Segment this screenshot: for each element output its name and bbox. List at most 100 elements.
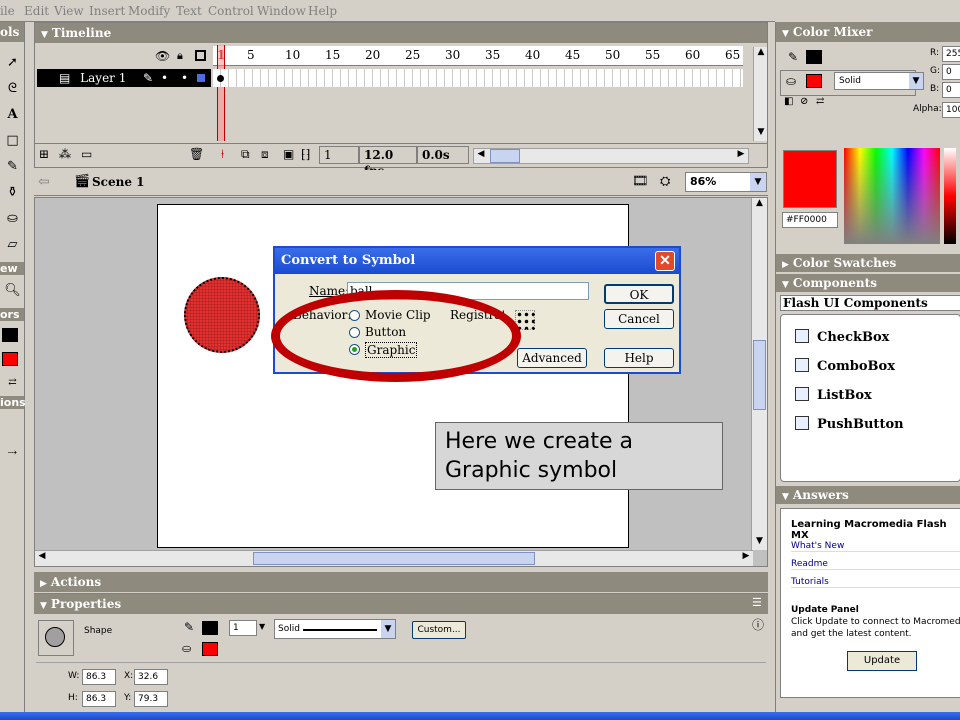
zoom-select[interactable]: 86% ▼ xyxy=(685,172,767,192)
lock-icon[interactable]: 🔒︎ xyxy=(177,49,183,63)
fill-style-select[interactable]: Solid ▼ xyxy=(834,72,924,90)
timeline-hscroll[interactable]: ◀ ▶ xyxy=(473,148,749,164)
ink-bottle-tool-icon[interactable]: ⚱ xyxy=(4,184,21,201)
menu-control[interactable]: Control xyxy=(208,4,254,18)
add-folder-icon[interactable]: ▭ xyxy=(81,147,92,161)
frame-ruler[interactable]: 1 5 10 15 20 25 30 35 40 45 50 55 60 65 xyxy=(213,46,743,66)
menu-modify[interactable]: Modify xyxy=(128,4,170,18)
update-button[interactable]: Update xyxy=(847,651,917,671)
dialog-title-bar[interactable]: Convert to Symbol ✕ xyxy=(275,248,679,274)
keyframe-icon[interactable] xyxy=(217,75,224,82)
frame-rate-field[interactable]: 12.0 fps xyxy=(359,146,417,178)
eye-icon[interactable]: 👁︎ xyxy=(155,49,170,63)
menu-insert[interactable]: Insert xyxy=(89,4,125,18)
arrow-tool-icon[interactable]: ➚ xyxy=(4,54,21,71)
combobox-component[interactable]: ComboBox xyxy=(795,358,895,374)
chevron-down-icon[interactable]: ▼ xyxy=(909,73,923,89)
lasso-tool-icon[interactable]: ᘓ xyxy=(4,80,21,97)
mixer-fill-swatch[interactable] xyxy=(806,74,822,88)
add-layer-icon[interactable]: ⊞ xyxy=(39,147,49,161)
menu-edit[interactable]: Edit xyxy=(24,4,49,18)
mixer-stroke-swatch[interactable] xyxy=(806,50,822,64)
scroll-thumb[interactable] xyxy=(253,552,535,565)
cancel-button[interactable]: Cancel xyxy=(604,309,674,329)
x-field[interactable]: 32.6 xyxy=(134,669,168,685)
close-icon[interactable]: ✕ xyxy=(655,251,675,271)
scroll-right-icon[interactable]: ▶ xyxy=(734,149,748,163)
scroll-up-icon[interactable]: ▲ xyxy=(754,47,768,61)
whats-new-link[interactable]: What's New xyxy=(791,541,960,552)
ok-button[interactable]: OK xyxy=(604,284,674,304)
stroke-style-select[interactable]: Solid ▼ xyxy=(274,619,396,639)
readme-link[interactable]: Readme xyxy=(791,559,960,570)
rectangle-tool-icon[interactable]: □ xyxy=(4,132,21,149)
edit-multiple-icon[interactable]: ▣ xyxy=(283,147,294,161)
color-swatches-header[interactable]: ▶ Color Swatches xyxy=(776,254,960,272)
chevron-down-icon[interactable]: ▼ xyxy=(750,173,766,191)
scroll-right-icon[interactable]: ▶ xyxy=(739,551,753,566)
red-ball-shape[interactable] xyxy=(184,277,260,353)
width-field[interactable]: 86.3 xyxy=(82,669,116,685)
stroke-height-field[interactable]: 1 xyxy=(229,620,257,636)
actions-header[interactable]: ▶ Actions xyxy=(34,572,768,592)
prop-stroke-swatch[interactable] xyxy=(202,621,218,635)
y-field[interactable]: 79.3 xyxy=(134,691,168,707)
color-mixer-header[interactable]: ▼ Color Mixer xyxy=(776,22,960,42)
help-button[interactable]: Help xyxy=(604,348,674,368)
edit-symbols-icon[interactable]: ⛭ xyxy=(660,174,670,189)
zoom-tool-icon[interactable]: 🔍︎ xyxy=(4,282,21,299)
scene-name[interactable]: Scene 1 xyxy=(92,175,145,189)
g-field[interactable]: 0 xyxy=(942,64,960,80)
outline-icon[interactable] xyxy=(195,50,206,61)
menu-file[interactable]: ile xyxy=(0,4,15,18)
brightness-slider[interactable] xyxy=(944,148,956,244)
b-field[interactable]: 0 xyxy=(942,82,960,98)
panel-options-icon[interactable]: ☰ xyxy=(752,596,762,609)
onion-markers-icon[interactable]: ⁅⁆ xyxy=(301,147,310,161)
component-set-select[interactable]: Flash UI Components xyxy=(780,295,960,311)
menu-window[interactable]: Window xyxy=(257,4,306,18)
no-color-icon[interactable]: ⊘ xyxy=(800,96,808,107)
chevron-down-icon[interactable]: ▼ xyxy=(381,620,395,638)
default-colors-icon[interactable]: ◧ xyxy=(784,96,793,107)
frame-cells[interactable] xyxy=(213,69,743,87)
advanced-button[interactable]: Advanced xyxy=(517,348,587,368)
checkbox-component[interactable]: CheckBox xyxy=(795,329,889,345)
hex-field[interactable]: #FF0000 xyxy=(782,212,838,228)
fill-color-swatch[interactable] xyxy=(2,352,18,366)
menu-view[interactable]: View xyxy=(54,4,84,18)
back-arrow-icon[interactable]: ⇦ xyxy=(38,174,50,190)
help-icon[interactable]: ⓘ xyxy=(752,616,764,633)
height-field[interactable]: 86.3 xyxy=(82,691,116,707)
onion-skin-icon[interactable]: ⧉ xyxy=(241,147,250,162)
scroll-left-icon[interactable]: ◀ xyxy=(35,551,49,566)
stroke-color-swatch[interactable] xyxy=(2,328,18,342)
center-frame-icon[interactable]: ⍿ xyxy=(221,147,224,162)
stage-vscroll[interactable]: ▲ ▼ xyxy=(751,198,767,550)
scroll-left-icon[interactable]: ◀ xyxy=(474,149,488,163)
scroll-down-icon[interactable]: ▼ xyxy=(752,536,767,550)
alpha-field[interactable]: 100% xyxy=(942,102,960,118)
text-tool-icon[interactable]: A xyxy=(4,106,21,123)
chevron-down-icon[interactable]: ▼ xyxy=(259,622,265,631)
swap-colors-icon[interactable]: ⇄ xyxy=(816,96,824,107)
delete-layer-icon[interactable]: 🗑︎ xyxy=(189,147,204,161)
scroll-thumb[interactable] xyxy=(490,149,520,163)
pushbutton-component[interactable]: PushButton xyxy=(795,416,904,432)
onion-outline-icon[interactable]: ⧈ xyxy=(261,147,269,162)
stage-hscroll[interactable]: ◀ ▶ xyxy=(35,550,753,566)
properties-header[interactable]: ▼ Properties xyxy=(34,594,768,614)
menu-help[interactable]: Help xyxy=(308,4,337,18)
edit-scene-icon[interactable]: 🎞︎ xyxy=(632,174,649,189)
eraser-tool-icon[interactable]: ▱ xyxy=(4,236,21,253)
scroll-down-icon[interactable]: ▼ xyxy=(754,127,768,141)
answers-header[interactable]: ▼ Answers xyxy=(776,486,960,504)
r-field[interactable]: 255 xyxy=(942,46,960,62)
tutorials-link[interactable]: Tutorials xyxy=(791,577,960,588)
components-header[interactable]: ▼ Components xyxy=(776,274,960,292)
color-spectrum[interactable] xyxy=(844,148,940,244)
prop-fill-swatch[interactable] xyxy=(202,642,218,656)
brush-tool-icon[interactable]: ✎ xyxy=(4,158,21,175)
scroll-thumb[interactable] xyxy=(753,340,766,410)
custom-stroke-button[interactable]: Custom... xyxy=(412,621,466,639)
